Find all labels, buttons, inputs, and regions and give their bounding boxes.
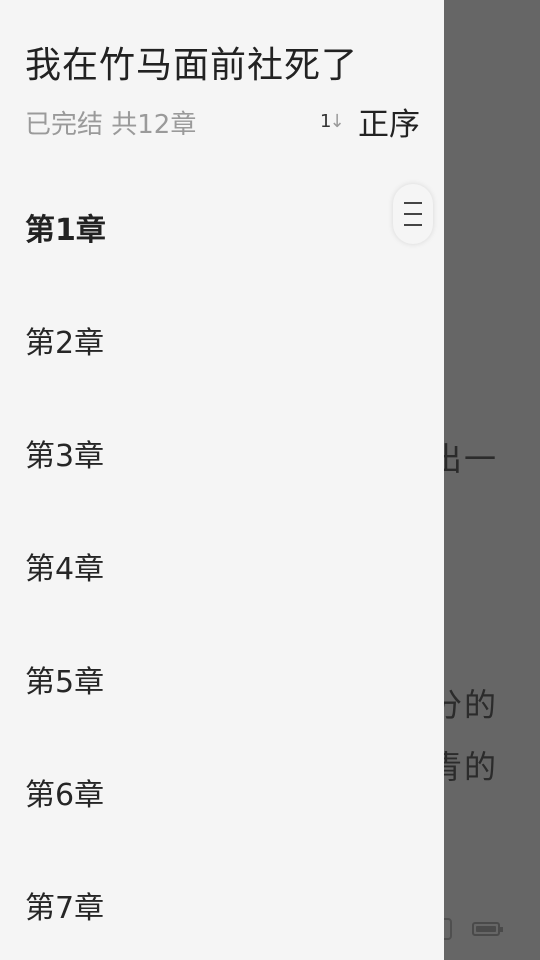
book-status: 已完结 共12章 <box>25 110 197 140</box>
chapter-item[interactable]: 第2章 <box>0 283 444 396</box>
scroll-handle[interactable] <box>393 184 433 244</box>
chapter-list: 第1章 第2章 第3章 第4章 第5章 第6章 第7章 <box>0 170 444 960</box>
sort-ascending-icon: 1↓ <box>320 110 345 132</box>
chapter-item[interactable]: 第7章 <box>0 848 444 960</box>
drag-handle-icon <box>404 224 422 226</box>
chapter-item[interactable]: 第4章 <box>0 509 444 622</box>
sort-order-toggle[interactable]: 1↓ 正序 <box>320 100 420 143</box>
chapter-drawer: 我在竹马面前社死了 已完结 共12章 1↓ 正序 第1章 第2章 第3章 第4章… <box>0 0 444 960</box>
sort-order-label: 正序 <box>358 106 420 143</box>
battery-icon <box>472 922 503 936</box>
chapter-label: 第3章 <box>25 438 105 474</box>
reader-screen: 出一 分的 青的 我在竹马面前社死了 已完结 共12章 1↓ 正序 第1章 第2… <box>0 0 540 960</box>
chapter-item[interactable]: 第6章 <box>0 735 444 848</box>
chapter-label: 第6章 <box>25 777 105 813</box>
chapter-label: 第1章 <box>25 212 106 248</box>
chapter-label: 第2章 <box>25 325 105 361</box>
chapter-item[interactable]: 第5章 <box>0 622 444 735</box>
chapter-item[interactable]: 第3章 <box>0 396 444 509</box>
chapter-label: 第5章 <box>25 664 105 700</box>
drag-handle-icon <box>404 213 422 215</box>
chapter-label: 第7章 <box>25 890 105 926</box>
chapter-label: 第4章 <box>25 551 105 587</box>
book-title: 我在竹马面前社死了 <box>25 45 359 86</box>
drag-handle-icon <box>404 202 422 204</box>
chapter-item[interactable]: 第1章 <box>0 170 444 283</box>
